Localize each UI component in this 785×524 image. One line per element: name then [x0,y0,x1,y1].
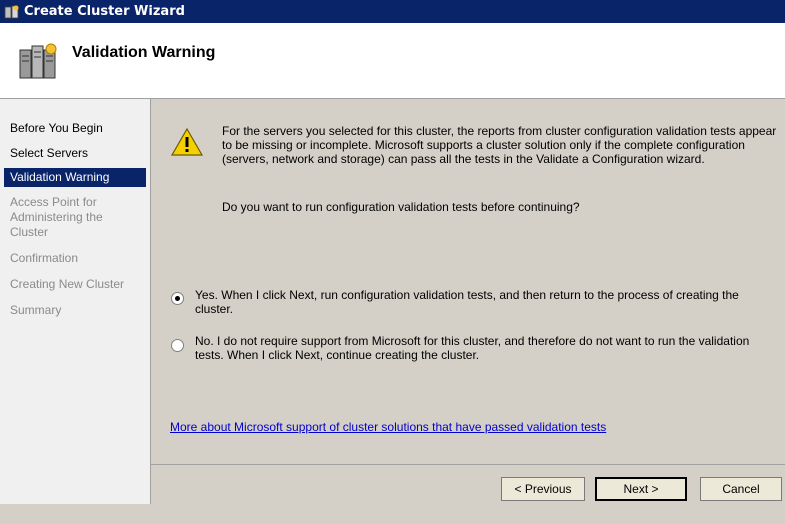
option-yes-label[interactable]: Yes. When I click Next, run configuratio… [195,288,775,316]
sidebar-item-summary: Summary [10,303,62,317]
steps-sidebar: Before You Begin Select Servers Validati… [0,99,151,504]
page-title: Validation Warning [72,44,216,61]
support-info-link[interactable]: More about Microsoft support of cluster … [170,420,606,434]
server-cluster-icon [19,43,57,79]
previous-button[interactable]: < Previous [501,477,585,501]
option-no-label[interactable]: No. I do not require support from Micros… [195,334,775,362]
sidebar-item-before-you-begin[interactable]: Before You Begin [4,121,146,136]
warning-icon [170,127,204,156]
title-bar[interactable]: Create Cluster Wizard [0,0,785,23]
button-bar: < Previous Next > Cancel [151,464,785,505]
cluster-wizard-icon [4,5,19,18]
radio-yes[interactable] [171,292,184,305]
radio-no[interactable] [171,339,184,352]
sidebar-item-validation-warning[interactable]: Validation Warning [4,168,146,187]
sidebar-item-creating-new-cluster: Creating New Cluster [10,277,125,291]
window-bottom-edge [0,504,785,524]
next-button[interactable]: Next > [595,477,687,501]
wizard-header: Validation Warning [0,23,785,99]
sidebar-item-select-servers[interactable]: Select Servers [4,146,146,161]
content-panel: For the servers you selected for this cl… [151,99,785,464]
warning-message: For the servers you selected for this cl… [222,124,777,166]
window-title: Create Cluster Wizard [24,4,185,19]
question-text: Do you want to run configuration validat… [222,200,580,214]
radio-selected-dot [175,296,180,301]
wizard-body: Before You Begin Select Servers Validati… [0,99,785,524]
sidebar-item-access-point: Access Point for Administering the Clust… [10,195,103,239]
sidebar-item-confirmation: Confirmation [10,251,79,265]
cancel-button[interactable]: Cancel [700,477,782,501]
